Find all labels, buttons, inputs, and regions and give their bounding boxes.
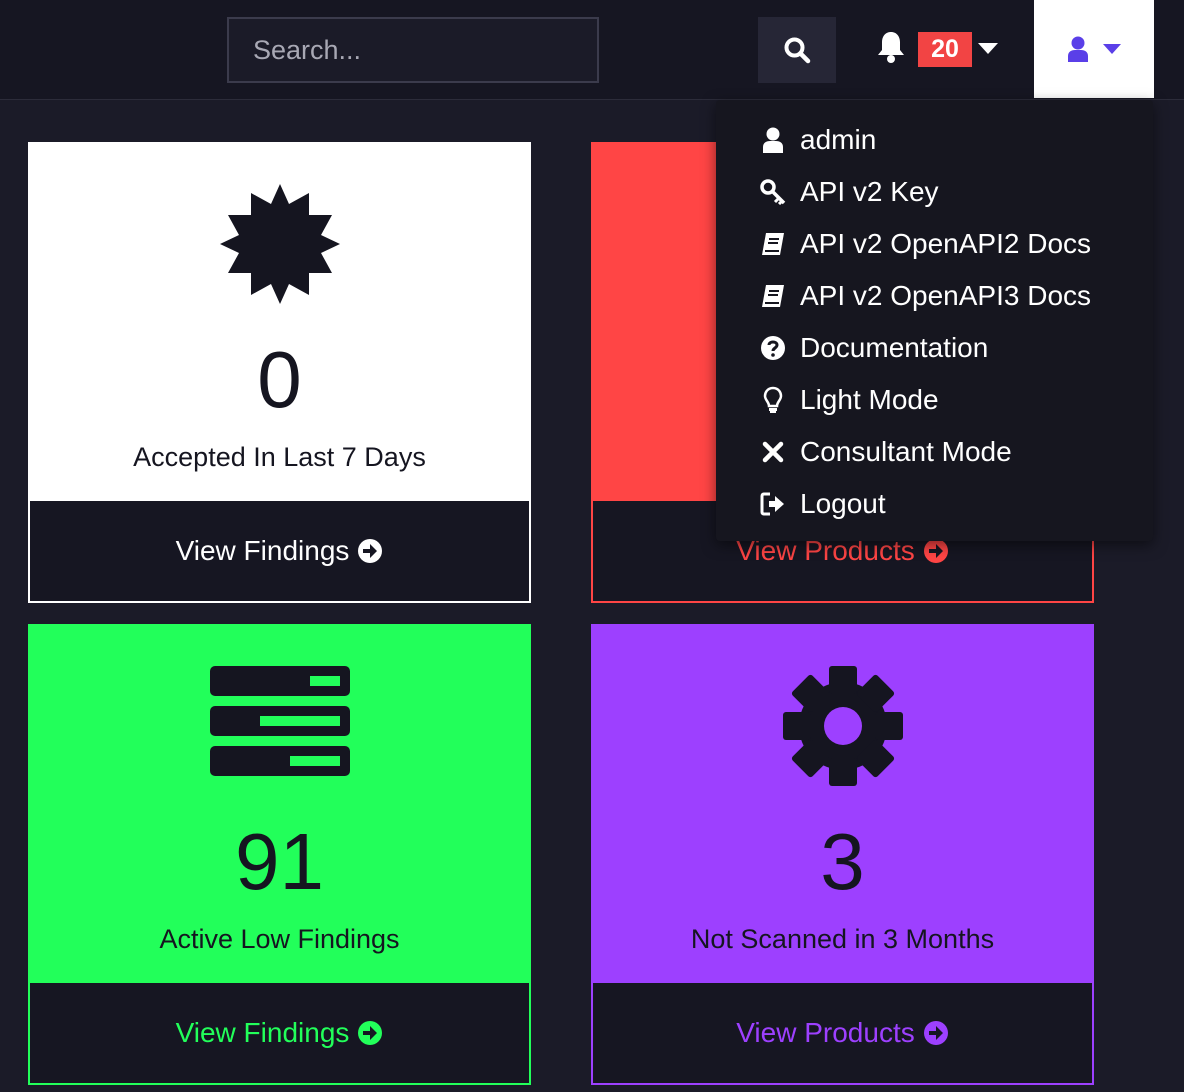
card-count: 0 — [257, 335, 302, 424]
menu-item-api-key[interactable]: API v2 Key — [716, 166, 1153, 218]
card-body: 91 Active Low Findings — [28, 624, 531, 981]
menu-item-label: Logout — [800, 488, 886, 519]
menu-item-label: Consultant Mode — [800, 436, 1012, 467]
card-count: 91 — [235, 817, 324, 906]
book-icon — [762, 285, 784, 307]
card-body: 0 Accepted In Last 7 Days — [28, 142, 531, 499]
card-label: Accepted In Last 7 Days — [133, 442, 426, 472]
footer-link-label: View Products — [736, 1017, 915, 1048]
card-label: Not Scanned in 3 Months — [690, 924, 995, 954]
menu-item-label: Documentation — [800, 332, 989, 363]
user-icon — [1068, 36, 1088, 62]
arrow-circle-right-icon — [923, 1021, 948, 1045]
menu-item-documentation[interactable]: Documentation — [716, 322, 1153, 374]
top-navbar: 20 — [0, 0, 1184, 100]
arrow-circle-right-icon — [358, 539, 383, 563]
chevron-down-icon — [1103, 44, 1121, 54]
sign-out-icon — [760, 492, 784, 516]
certificate-icon — [219, 184, 340, 304]
accepted-findings-card: 0 Accepted In Last 7 Days View Findings — [28, 142, 531, 603]
chevron-down-icon[interactable] — [978, 43, 998, 55]
card-label: Active Low Findings — [159, 924, 400, 954]
footer-link-label: View Findings — [175, 1017, 350, 1048]
menu-item-consultant-mode[interactable]: Consultant Mode — [716, 426, 1153, 478]
arrow-circle-right-icon — [358, 1021, 383, 1045]
search-input[interactable] — [227, 17, 599, 83]
lightbulb-icon — [763, 386, 783, 413]
menu-item-light-mode[interactable]: Light Mode — [716, 374, 1153, 426]
menu-item-admin[interactable]: admin — [716, 114, 1153, 166]
user-icon — [763, 127, 783, 153]
menu-item-label: API v2 OpenAPI2 Docs — [800, 228, 1092, 259]
notification-count-badge: 20 — [918, 32, 972, 67]
x-icon — [762, 441, 784, 463]
view-findings-link[interactable]: View Findings — [28, 499, 531, 603]
notifications-toggle[interactable] — [876, 30, 908, 66]
bell-icon — [878, 32, 904, 63]
server-icon — [209, 666, 350, 776]
gear-icon — [782, 666, 903, 786]
search-button[interactable] — [758, 17, 836, 83]
book-icon — [762, 233, 784, 255]
menu-item-label: API v2 Key — [800, 176, 939, 207]
card-body: 3 Not Scanned in 3 Months — [591, 624, 1094, 981]
not-scanned-card: 3 Not Scanned in 3 Months View Products — [591, 624, 1094, 1085]
menu-item-label: admin — [800, 124, 877, 155]
search-icon — [784, 37, 811, 64]
menu-item-openapi2-docs[interactable]: API v2 OpenAPI2 Docs — [716, 218, 1153, 270]
question-circle-icon — [761, 336, 785, 360]
footer-link-label: View Findings — [175, 535, 350, 566]
view-products-link[interactable]: View Products — [591, 981, 1094, 1085]
active-low-findings-card: 91 Active Low Findings View Findings — [28, 624, 531, 1085]
view-findings-link[interactable]: View Findings — [28, 981, 531, 1085]
menu-item-openapi3-docs[interactable]: API v2 OpenAPI3 Docs — [716, 270, 1153, 322]
key-icon — [760, 179, 786, 205]
user-menu-toggle[interactable] — [1034, 0, 1154, 98]
arrow-circle-right-icon — [923, 539, 948, 563]
menu-item-label: API v2 OpenAPI3 Docs — [800, 280, 1092, 311]
user-dropdown-menu: admin API v2 Key API v2 OpenAPI2 Docs AP… — [716, 100, 1153, 541]
card-count: 3 — [820, 817, 865, 906]
menu-item-logout[interactable]: Logout — [716, 478, 1153, 530]
menu-item-label: Light Mode — [800, 384, 939, 415]
